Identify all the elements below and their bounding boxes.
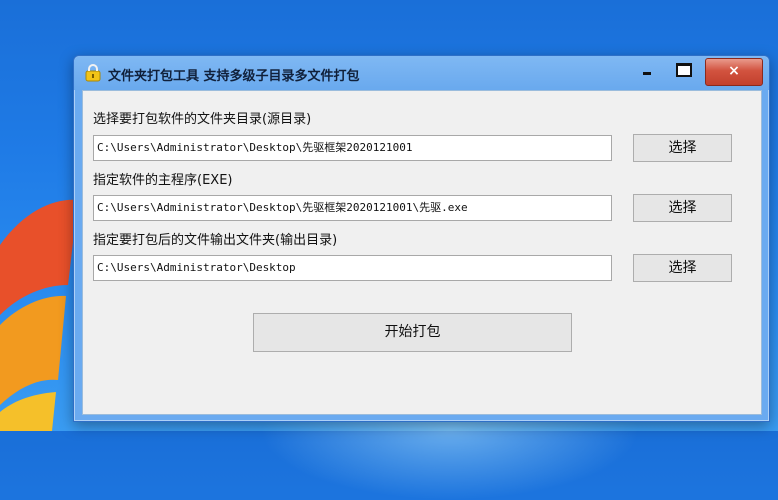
minimize-button[interactable] — [634, 59, 660, 82]
title-bar[interactable]: 文件夹打包工具 支持多级子目录多文件打包 × — [74, 56, 769, 90]
client-area: 选择要打包软件的文件夹目录(源目录) C:\Users\Administrato… — [82, 90, 762, 415]
minimize-icon — [643, 72, 651, 75]
windows-logo-fragment — [0, 199, 78, 431]
app-window: 文件夹打包工具 支持多级子目录多文件打包 × 选择要打包软件的文件夹目录(源目录… — [73, 55, 770, 422]
start-pack-button[interactable]: 开始打包 — [253, 313, 572, 352]
maximize-icon — [676, 63, 692, 77]
choose-source-button[interactable]: 选择 — [633, 134, 732, 162]
window-title: 文件夹打包工具 支持多级子目录多文件打包 — [108, 69, 360, 84]
source-dir-label: 选择要打包软件的文件夹目录(源目录) — [93, 112, 312, 127]
source-dir-field[interactable]: C:\Users\Administrator\Desktop\先驱框架20201… — [93, 135, 612, 161]
maximize-button[interactable] — [670, 59, 696, 82]
choose-output-button[interactable]: 选择 — [633, 254, 732, 282]
main-exe-field[interactable]: C:\Users\Administrator\Desktop\先驱框架20201… — [93, 195, 612, 221]
close-icon: × — [728, 63, 740, 79]
lock-icon — [85, 64, 101, 82]
output-dir-label: 指定要打包后的文件输出文件夹(输出目录) — [93, 233, 338, 248]
output-dir-field[interactable]: C:\Users\Administrator\Desktop — [93, 255, 612, 281]
close-button[interactable]: × — [705, 58, 763, 86]
main-exe-label: 指定软件的主程序(EXE) — [93, 173, 233, 188]
choose-exe-button[interactable]: 选择 — [633, 194, 732, 222]
